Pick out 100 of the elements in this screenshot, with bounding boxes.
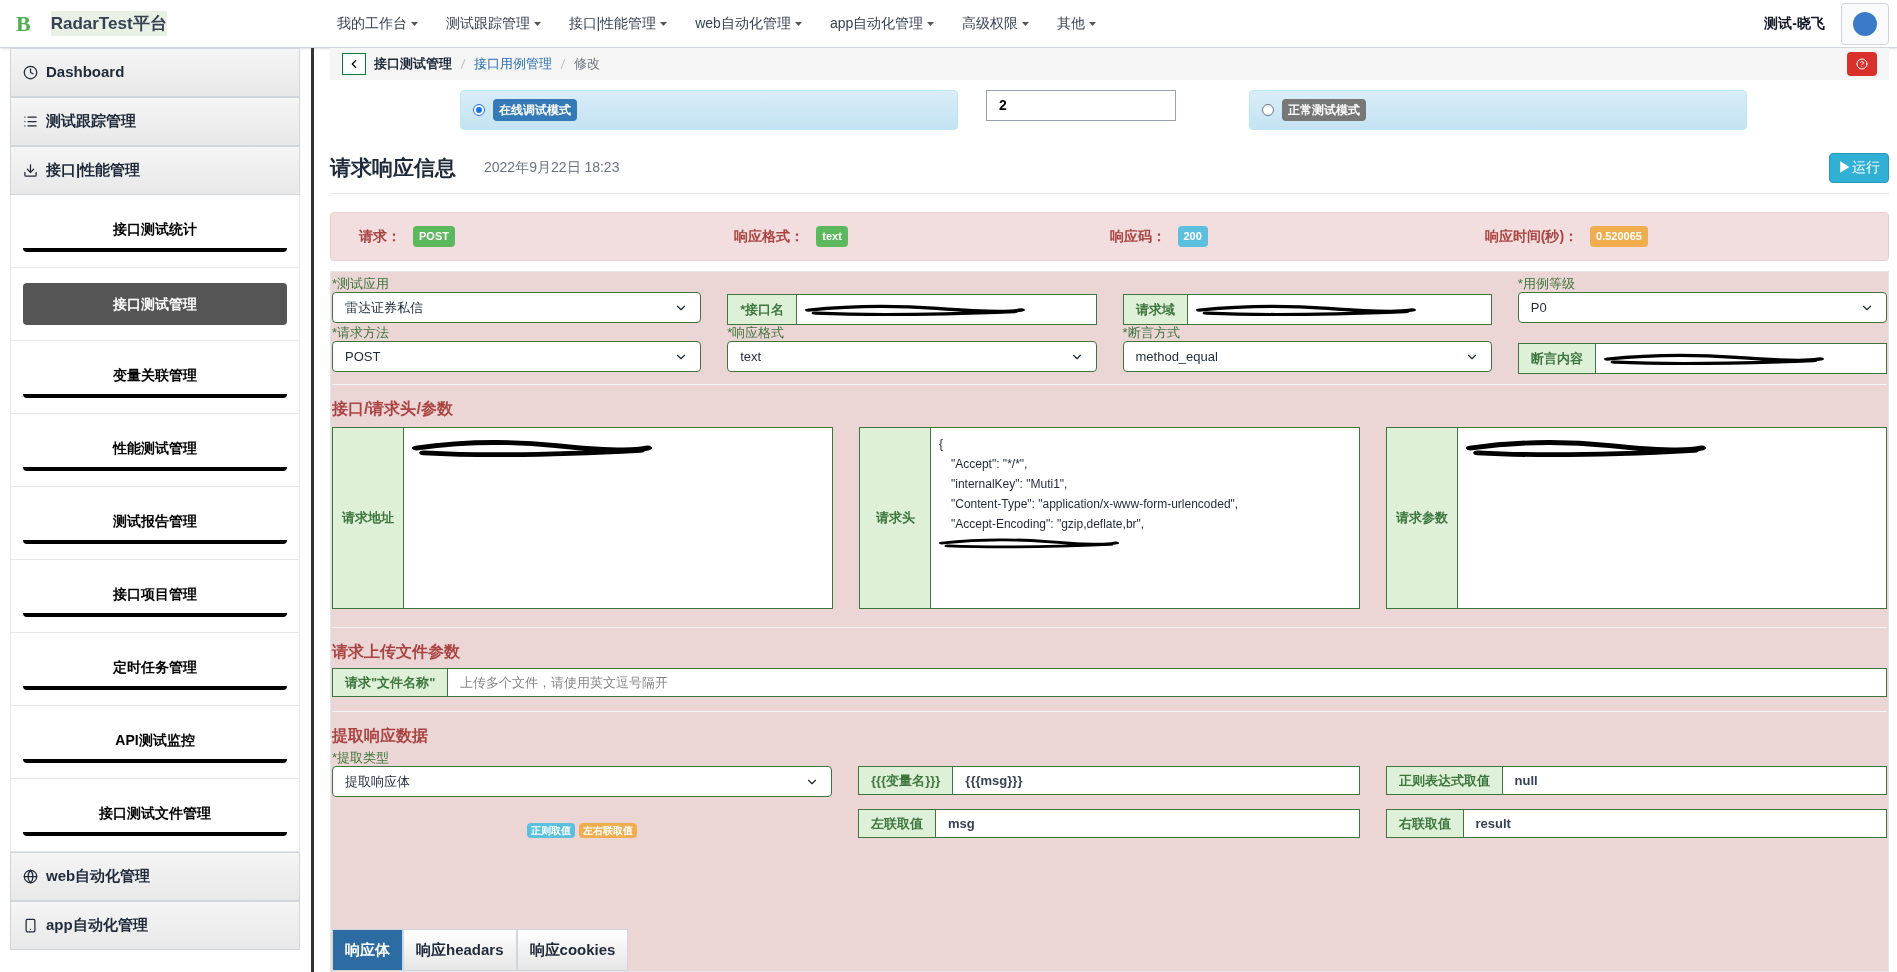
hint-badge: 左右联取值 (579, 823, 637, 838)
mode-panel[interactable]: 在线调试模式 (460, 90, 958, 130)
clock-icon (23, 65, 38, 80)
textarea-addon: 请求头 (859, 427, 931, 609)
sidebar-group[interactable]: web自动化管理 (10, 852, 300, 901)
sidebar-group[interactable]: app自动化管理 (10, 901, 300, 950)
tab[interactable]: 响应体 (332, 929, 403, 971)
mode-label: 正常测试模式 (1282, 99, 1366, 121)
field-label: *响应格式 (727, 325, 786, 341)
breadcrumb-separator-icon (460, 58, 466, 70)
radio-button[interactable] (473, 104, 485, 116)
user-name: 测试-晓飞 (1764, 14, 1825, 33)
avatar-button[interactable] (1841, 2, 1889, 45)
sidebar-group[interactable]: 接口|性能管理 (10, 146, 300, 195)
help-icon (1856, 58, 1868, 70)
summary-label: 响应时间(秒)： (1484, 227, 1579, 246)
input-field[interactable]: null (1502, 766, 1887, 795)
section-heading: 接口/请求头/参数 (332, 399, 454, 419)
summary-badge: POST (413, 226, 455, 247)
text-area[interactable] (1458, 427, 1887, 609)
summary-badge: 0.520065 (1590, 226, 1648, 247)
textarea-addon: 请求地址 (332, 427, 404, 609)
input-field[interactable]: 2 (986, 90, 1176, 121)
list-icon (23, 114, 38, 129)
field-label: *用例等级 (1517, 276, 1576, 292)
code-line: "internalKey": "Muti1", (950, 476, 1069, 492)
summary-badge: text (816, 226, 848, 247)
summary-label: 请求： (359, 227, 401, 246)
text-area[interactable]: { "Accept": "*/*", "internalKey": "Muti1", "Content-Type": "application/x-www-form-urlencoded", "Accept-Encoding": "gzip,deflate,br", (931, 427, 1360, 609)
field-addon: {{{变量名}}} (858, 766, 954, 795)
nav-menu-item[interactable]: 接口|性能管理 (568, 13, 657, 34)
caret-icon (794, 21, 802, 26)
help-button[interactable] (1847, 52, 1877, 76)
caret-icon (1089, 21, 1097, 26)
field-label: *请求方法 (332, 325, 391, 341)
section-title: 请求响应信息 (330, 154, 456, 181)
field-addon: 正则表达式取值 (1385, 766, 1503, 795)
input-field[interactable] (797, 294, 1097, 325)
select-field[interactable]: 雷达证券私信 (332, 292, 702, 323)
select-field[interactable]: text (727, 341, 1097, 372)
textarea-addon: 请求参数 (1386, 427, 1458, 609)
code-line: "Accept-Encoding": "gzip,deflate,br", (950, 516, 1146, 532)
sidebar-item[interactable]: 接口测试管理 (23, 283, 287, 325)
field-addon: 断言内容 (1517, 343, 1596, 374)
field-label: *提取类型 (332, 750, 391, 766)
nav-menu-item[interactable]: web自动化管理 (695, 13, 791, 34)
field-addon: 左联取值 (858, 809, 936, 838)
field-addon: *接口名 (727, 294, 798, 325)
select-field[interactable]: POST (332, 341, 702, 372)
summary-label: 响应格式： (734, 227, 805, 246)
breadcrumb-separator-icon (560, 58, 566, 70)
caret-icon (533, 21, 541, 26)
brand-name[interactable]: RadarTest平台 (50, 10, 167, 37)
nav-menu-item[interactable]: 测试跟踪管理 (445, 13, 530, 34)
sidebar-group[interactable]: 测试跟踪管理 (10, 97, 300, 146)
field-label: *断言方式 (1122, 325, 1181, 341)
caret-icon (927, 21, 935, 26)
input-field[interactable]: 上传多个文件，请使用英文逗号隔开 (448, 668, 1887, 697)
tab[interactable]: 响应cookies (516, 929, 629, 971)
nav-menu-item[interactable]: 其他 (1057, 13, 1086, 34)
summary-badge: 200 (1177, 226, 1208, 247)
phone-icon (23, 918, 38, 933)
field-addon: 请求域 (1122, 294, 1188, 325)
input-field[interactable]: result (1463, 809, 1887, 838)
mode-panel[interactable]: 正常测试模式 (1249, 90, 1747, 130)
tab[interactable]: 响应headars (403, 929, 517, 971)
back-button[interactable] (342, 53, 366, 75)
select-field[interactable]: 提取响应体 (332, 766, 832, 797)
field-label: *测试应用 (332, 276, 391, 292)
code-line: "Accept": "*/*", (950, 456, 1029, 472)
avatar-icon (1853, 11, 1877, 36)
section-heading: 提取响应数据 (332, 726, 429, 746)
field-addon: 右联取值 (1385, 809, 1464, 838)
input-field[interactable] (1187, 294, 1492, 325)
select-field[interactable]: P0 (1517, 292, 1887, 323)
hint-badge: 正则取值 (527, 823, 575, 838)
sidebar-group[interactable]: Dashboard (10, 48, 300, 97)
mode-label: 在线调试模式 (493, 99, 577, 121)
date-text: 2022年9月22日 18:23 (484, 158, 620, 177)
input-field[interactable]: msg (936, 809, 1360, 838)
text-area[interactable] (404, 427, 833, 609)
caret-icon (660, 21, 668, 26)
code-line: { (939, 436, 944, 452)
globe-icon (23, 869, 38, 884)
field-addon: 请求"文件名称" (332, 668, 449, 697)
nav-menu-item[interactable]: 高级权限 (962, 13, 1019, 34)
radio-button[interactable] (1262, 104, 1274, 116)
nav-menu-item[interactable]: app自动化管理 (829, 13, 924, 34)
select-field[interactable]: method_equal (1122, 341, 1492, 372)
summary-label: 响应码： (1109, 227, 1166, 246)
input-field[interactable]: {{{msg}}} (953, 766, 1360, 795)
logo: B (16, 10, 31, 38)
breadcrumb-item: 修改 (574, 55, 600, 74)
section-heading: 请求上传文件参数 (332, 642, 461, 662)
breadcrumb-item: 接口测试管理 (374, 55, 452, 74)
caret-icon (1022, 21, 1030, 26)
breadcrumb-link[interactable]: 接口用例管理 (474, 54, 552, 74)
input-field[interactable] (1595, 343, 1887, 374)
code-line: "Content-Type": "application/x-www-form-urlencoded", (950, 496, 1240, 512)
nav-menu-item[interactable]: 我的工作台 (336, 13, 407, 34)
